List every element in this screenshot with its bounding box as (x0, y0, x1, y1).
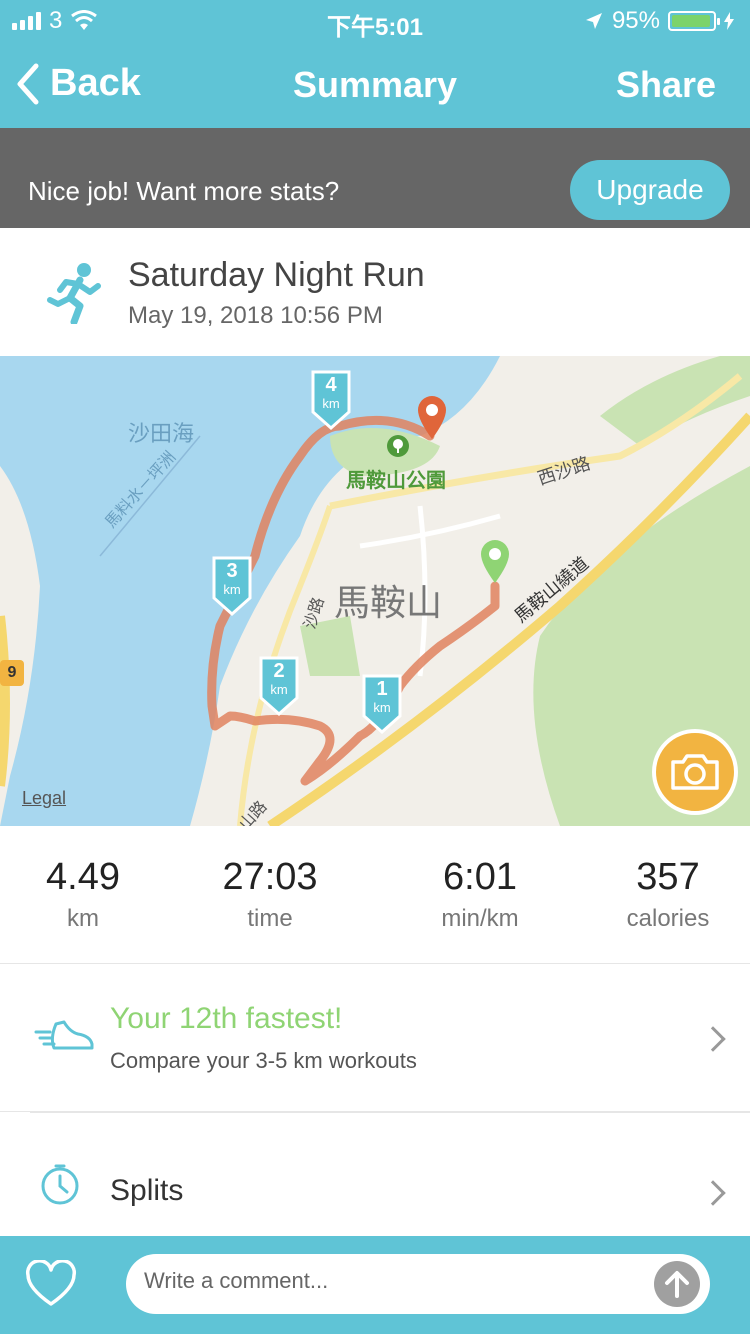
nav-bar: Back Summary Share (0, 40, 750, 128)
km-marker-2[interactable]: 2 km (257, 654, 301, 716)
stat-pace: 6:01 min/km (385, 856, 575, 933)
km-marker-3[interactable]: 3 km (210, 554, 254, 616)
km-marker-unit: km (270, 682, 288, 697)
stat-unit: min/km (441, 905, 519, 932)
stat-unit: time (247, 905, 293, 932)
stat-value: 27:03 (222, 856, 318, 898)
banner-message: Nice job! Want more stats? (28, 176, 340, 206)
park-icon (387, 435, 409, 457)
map-label-park: 馬鞍山公園 (346, 470, 446, 492)
km-marker-unit: km (373, 700, 391, 715)
stat-unit: km (67, 905, 99, 932)
stat-value: 4.49 (46, 856, 120, 898)
run-header: Saturday Night Run May 19, 2018 10:56 PM (0, 228, 750, 356)
rank-title: Your 12th fastest! (110, 1002, 343, 1035)
splits-label: Splits (110, 1174, 184, 1207)
start-pin-icon[interactable] (477, 536, 513, 584)
map-label-district: 馬鞍山 (334, 582, 443, 623)
camera-button[interactable] (652, 729, 738, 815)
stat-value: 6:01 (443, 856, 517, 898)
battery-icon (668, 11, 720, 31)
share-button[interactable]: Share (616, 64, 716, 106)
rank-subtitle: Compare your 3-5 km workouts (110, 1048, 417, 1073)
km-marker-number: 3 (226, 560, 238, 582)
end-pin-icon[interactable] (414, 392, 450, 440)
arrow-up-icon (665, 1271, 689, 1298)
top-bar: 3 下午5:01 95% Back Summary Share (0, 0, 750, 128)
chevron-right-icon (700, 1180, 726, 1206)
legal-link[interactable]: Legal (22, 788, 66, 809)
map-label-sea: 沙田海 (128, 421, 195, 446)
compare-workouts-row[interactable]: Your 12th fastest! Compare your 3-5 km w… (0, 964, 750, 1112)
status-bar: 3 下午5:01 95% (0, 0, 750, 41)
stat-distance: 4.49 km (0, 856, 178, 933)
km-marker-number: 2 (273, 660, 285, 682)
comment-box (126, 1254, 710, 1314)
stat-calories: 357 calories (573, 856, 750, 933)
running-shoe-icon (34, 1020, 94, 1050)
chevron-right-icon (700, 1026, 726, 1052)
battery-percent: 95% (611, 7, 660, 34)
comment-bar (0, 1236, 750, 1334)
stats-row: 4.49 km 27:03 time 6:01 min/km 357 calor… (0, 826, 750, 964)
route-map[interactable]: 沙田海 馬料水－坪洲 馬鞍山公園 馬鞍山 西沙路 馬鞍山繞道 沙路 山路 9 1… (0, 356, 750, 826)
km-marker-number: 4 (325, 374, 337, 396)
km-marker-1[interactable]: 1 km (360, 672, 404, 734)
stopwatch-icon (41, 1164, 79, 1205)
runner-icon (47, 263, 101, 324)
stat-time: 27:03 time (175, 856, 365, 933)
km-marker-4[interactable]: 4 km (309, 368, 353, 430)
send-button[interactable] (654, 1261, 700, 1307)
run-name: Saturday Night Run (128, 256, 425, 294)
camera-icon (671, 754, 719, 790)
route-number-badge: 9 (0, 660, 24, 686)
splits-row[interactable]: Splits (0, 1112, 750, 1236)
upgrade-button[interactable]: Upgrade (570, 160, 730, 220)
heart-icon[interactable] (24, 1260, 78, 1308)
stat-unit: calories (626, 905, 710, 932)
km-marker-unit: km (223, 582, 241, 597)
status-right: 95% (584, 7, 734, 35)
km-marker-unit: km (322, 396, 340, 411)
charging-icon (724, 12, 734, 30)
stat-value: 357 (636, 856, 700, 898)
comment-input[interactable] (144, 1268, 644, 1294)
location-arrow-icon (585, 13, 602, 29)
run-datetime: May 19, 2018 10:56 PM (128, 302, 383, 329)
km-marker-number: 1 (376, 678, 388, 700)
upgrade-banner: Nice job! Want more stats? Upgrade (0, 128, 750, 228)
